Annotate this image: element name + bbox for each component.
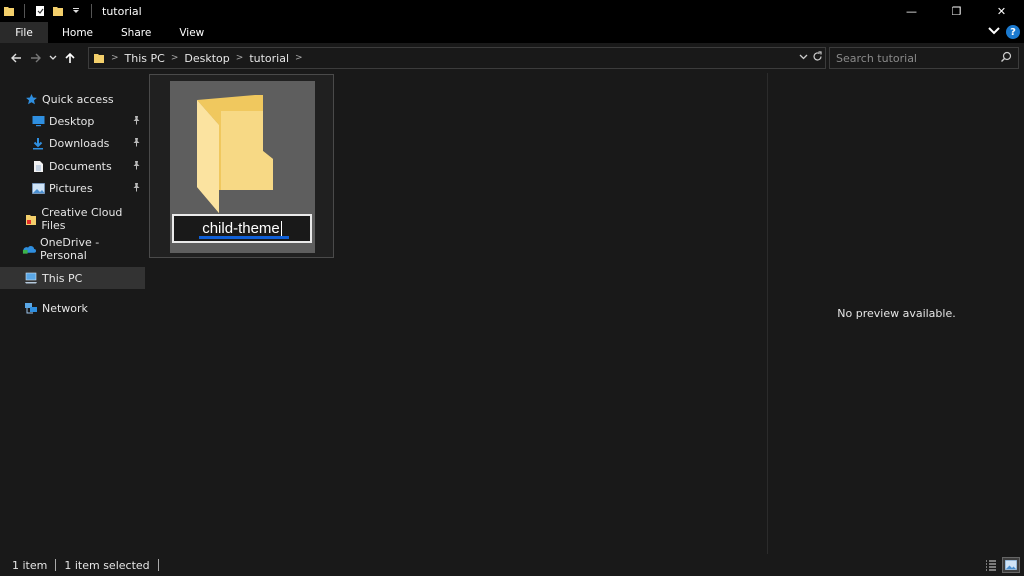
window-controls: — ❐ ✕ xyxy=(889,0,1024,22)
folder-name-edit-text[interactable]: child-theme xyxy=(202,220,280,237)
preview-pane: No preview available. xyxy=(767,73,1024,554)
breadcrumb-separator-icon[interactable]: > xyxy=(171,53,179,63)
folder-icon xyxy=(197,95,289,216)
navigation-bar: > This PC > Desktop > tutorial > xyxy=(0,43,1024,73)
nav-item-downloads[interactable]: Downloads xyxy=(0,132,145,154)
new-folder-icon[interactable] xyxy=(51,4,65,18)
help-button[interactable]: ? xyxy=(1006,25,1020,39)
preview-message: No preview available. xyxy=(837,307,956,320)
pin-icon[interactable] xyxy=(132,182,141,195)
nav-item-this-pc[interactable]: This PC xyxy=(0,267,145,289)
item-count: 1 item xyxy=(12,558,48,572)
breadcrumb-this-pc[interactable]: This PC xyxy=(125,52,165,65)
view-toggles xyxy=(982,557,1020,573)
details-view-icon[interactable] xyxy=(982,557,1000,573)
onedrive-icon xyxy=(22,242,36,256)
navigation-pane: Quick access Desktop Downloads Documents xyxy=(0,73,147,554)
nav-item-onedrive-personal[interactable]: OneDrive - Personal xyxy=(0,236,145,262)
large-icons-view-icon[interactable] xyxy=(1002,557,1020,573)
desktop-icon xyxy=(31,114,45,128)
file-list-view[interactable]: child-theme xyxy=(148,73,767,554)
status-bar: 1 item 1 item selected xyxy=(0,554,1024,576)
tab-file[interactable]: File xyxy=(0,22,48,43)
expand-ribbon-icon[interactable] xyxy=(988,26,1000,39)
text-cursor xyxy=(280,220,282,237)
breadcrumb-tutorial[interactable]: tutorial xyxy=(249,52,289,65)
location-folder-icon xyxy=(93,52,105,64)
search-box[interactable] xyxy=(829,47,1019,69)
title-bar: tutorial — ❐ ✕ xyxy=(0,0,1024,22)
nav-item-creative-cloud-files[interactable]: Creative Cloud Files xyxy=(0,206,145,232)
toolbar-divider xyxy=(24,4,25,18)
refresh-icon[interactable] xyxy=(812,51,823,65)
nav-item-quick-access[interactable]: Quick access xyxy=(0,88,145,110)
quick-access-toolbar xyxy=(0,0,96,22)
maximize-button[interactable]: ❐ xyxy=(934,0,979,22)
close-button[interactable]: ✕ xyxy=(979,0,1024,22)
nav-item-documents[interactable]: Documents xyxy=(0,155,145,177)
properties-icon[interactable] xyxy=(33,4,47,18)
pin-icon[interactable] xyxy=(132,115,141,128)
tab-share[interactable]: Share xyxy=(107,22,165,43)
window-title: tutorial xyxy=(102,4,142,18)
ribbon-tabs: File Home Share View ? xyxy=(0,22,1024,43)
breadcrumb-separator-icon[interactable]: > xyxy=(236,53,244,63)
customize-toolbar-dropdown-icon[interactable] xyxy=(69,4,83,18)
breadcrumb-separator-icon[interactable]: > xyxy=(295,53,303,63)
nav-item-label: OneDrive - Personal xyxy=(40,236,100,262)
search-icon[interactable] xyxy=(1000,51,1012,66)
nav-item-label: Desktop xyxy=(49,114,95,128)
status-divider xyxy=(55,559,57,571)
creative-cloud-icon xyxy=(24,212,37,226)
tab-view[interactable]: View xyxy=(165,22,218,43)
minimize-button[interactable]: — xyxy=(889,0,934,22)
status-divider xyxy=(157,559,159,571)
nav-item-network[interactable]: Network xyxy=(0,297,145,319)
address-bar-actions xyxy=(799,49,823,67)
documents-icon xyxy=(31,159,45,173)
pin-icon[interactable] xyxy=(132,160,141,173)
toolbar-divider xyxy=(91,4,92,18)
folder-item-child-theme[interactable]: child-theme xyxy=(149,74,334,258)
download-icon xyxy=(31,136,45,150)
nav-item-desktop[interactable]: Desktop xyxy=(0,110,145,132)
nav-item-label: Quick access xyxy=(42,92,114,106)
star-icon xyxy=(24,92,38,106)
address-bar[interactable]: > This PC > Desktop > tutorial > xyxy=(88,47,826,69)
selected-count: 1 item selected xyxy=(64,558,150,572)
pictures-icon xyxy=(31,181,45,195)
forward-arrow-icon[interactable] xyxy=(26,46,46,70)
ribbon-right-controls: ? xyxy=(988,25,1020,39)
nav-item-label: Downloads xyxy=(49,136,110,150)
network-icon xyxy=(24,301,38,315)
nav-item-label: Creative Cloud Files xyxy=(41,206,123,232)
nav-item-label: Documents xyxy=(49,159,112,173)
pin-icon[interactable] xyxy=(132,137,141,150)
folder-app-icon[interactable] xyxy=(2,4,16,18)
back-arrow-icon[interactable] xyxy=(6,46,26,70)
address-history-chevron-icon[interactable] xyxy=(799,52,808,64)
nav-item-label: This PC xyxy=(42,271,83,285)
breadcrumb-desktop[interactable]: Desktop xyxy=(184,52,229,65)
computer-icon xyxy=(24,271,38,285)
rename-text-field[interactable]: child-theme xyxy=(172,214,312,243)
tab-home[interactable]: Home xyxy=(48,22,107,43)
up-arrow-icon[interactable] xyxy=(60,46,80,70)
breadcrumb-separator-icon[interactable]: > xyxy=(111,53,119,63)
nav-item-label: Network xyxy=(42,301,88,315)
text-selection-underline xyxy=(199,236,289,239)
search-input[interactable] xyxy=(836,51,996,65)
recent-locations-chevron-icon[interactable] xyxy=(46,46,60,70)
selected-item-highlight: child-theme xyxy=(170,81,315,253)
nav-item-label: Pictures xyxy=(49,181,93,195)
nav-item-pictures[interactable]: Pictures xyxy=(0,177,145,199)
